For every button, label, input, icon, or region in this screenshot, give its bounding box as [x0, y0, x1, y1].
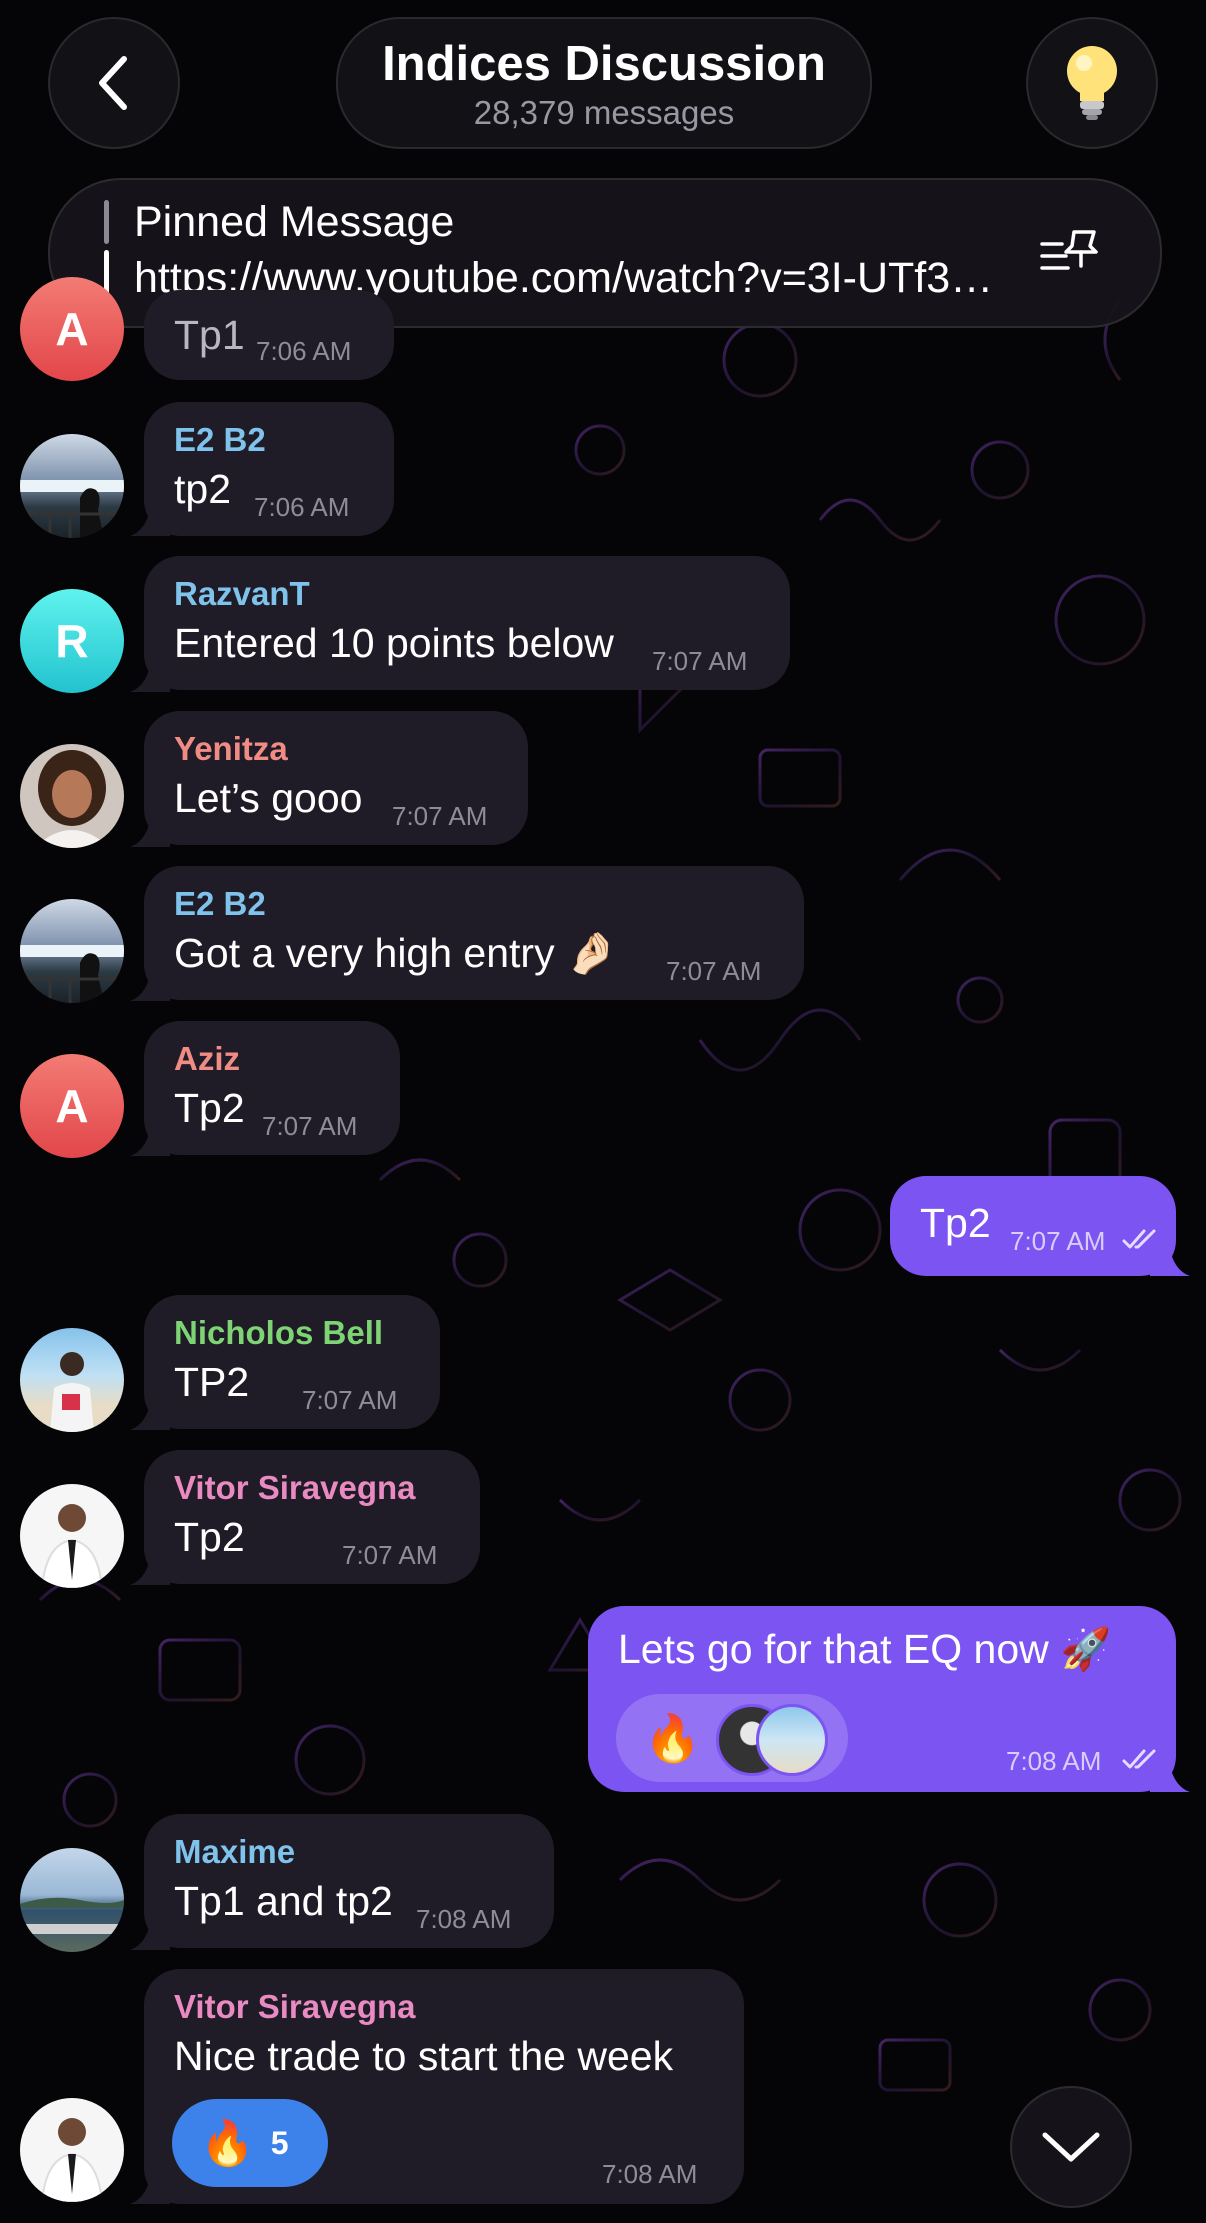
avatar-letter: A	[55, 303, 89, 355]
avatar[interactable]	[20, 1848, 124, 1952]
sender-name[interactable]: Aziz	[174, 1039, 240, 1079]
message-bubble[interactable]: E2 B2 tp2 7:06 AM	[144, 402, 394, 536]
message-time: 7:07 AM	[392, 801, 488, 831]
avatar[interactable]	[20, 2098, 124, 2202]
pin-indicator	[104, 200, 109, 244]
message-text: Let’s gooo	[174, 775, 363, 821]
avatar[interactable]: A	[20, 1054, 124, 1158]
reaction-chip[interactable]: 🔥	[616, 1694, 848, 1782]
sender-name[interactable]: E2 B2	[174, 884, 266, 924]
message-bubble[interactable]: Maxime Tp1 and tp2 7:08 AM	[144, 1814, 554, 1948]
message-text: Tp1 and tp2	[174, 1878, 393, 1924]
sender-name[interactable]: E2 B2	[174, 420, 266, 460]
message-bubble[interactable]: E2 B2 Got a very high entry 🤌🏻 7:07 AM	[144, 866, 804, 1000]
avatar[interactable]: R	[20, 589, 124, 693]
fire-reaction-icon: 🔥	[644, 1712, 702, 1764]
message-time: 7:06 AM	[254, 492, 350, 522]
sender-name[interactable]: Vitor Siravegna	[174, 1468, 416, 1508]
message-time: 7:08 AM	[602, 2159, 698, 2189]
fire-reaction-icon: 🔥	[200, 2119, 255, 2168]
message-bubble[interactable]: Nicholos Bell TP2 7:07 AM	[144, 1295, 440, 1429]
message-text: Nice trade to start the week	[174, 2033, 674, 2079]
chat-title: Indices Discussion	[382, 37, 826, 91]
message-text: TP2	[174, 1359, 250, 1405]
reaction-count: 5	[270, 2124, 289, 2161]
reaction-chip[interactable]: 🔥 5	[172, 2099, 328, 2187]
double-check-icon	[1122, 1749, 1156, 1769]
message-time: 7:07 AM	[652, 646, 748, 676]
avatar-photo	[20, 1897, 124, 1934]
outgoing-message-bubble[interactable]: Lets go for that EQ now 🚀 🔥 7:08 AM	[588, 1606, 1176, 1792]
outgoing-message-bubble[interactable]: Tp2 7:07 AM	[890, 1176, 1176, 1276]
message-text: Tp2	[174, 1514, 245, 1560]
message-bubble[interactable]: RazvanT Entered 10 points below 7:07 AM	[144, 556, 790, 690]
message-time: 7:08 AM	[416, 1904, 512, 1934]
avatar-photo	[20, 480, 124, 538]
message-bubble[interactable]: Yenitza Let’s gooo 7:07 AM	[144, 711, 528, 845]
lightbulb-button[interactable]	[1026, 17, 1158, 149]
message-time: 7:06 AM	[256, 336, 352, 366]
pin-list-icon[interactable]	[1038, 224, 1102, 280]
avatar[interactable]	[20, 744, 124, 848]
chevron-left-icon	[99, 56, 127, 110]
message-count: 28,379 messages	[473, 94, 735, 131]
message-text: Tp2	[174, 1085, 245, 1131]
avatar-photo	[40, 1504, 104, 1588]
message-bubble[interactable]: Aziz Tp2 7:07 AM	[144, 1021, 400, 1155]
avatar[interactable]	[20, 899, 124, 1003]
message-text: Entered 10 points below	[174, 620, 614, 666]
message-bubble[interactable]: Tp1 7:06 AM	[144, 290, 394, 380]
message-text: Lets go for that EQ now 🚀	[618, 1626, 1112, 1672]
pinned-label: Pinned Message	[134, 198, 455, 246]
reaction-avatar	[756, 1704, 828, 1776]
message-time: 7:07 AM	[302, 1385, 398, 1415]
back-button[interactable]	[48, 17, 180, 149]
message-bubble[interactable]: Vitor Siravegna Nice trade to start the …	[144, 1969, 744, 2204]
sender-name[interactable]: RazvanT	[174, 574, 310, 614]
message-time: 7:07 AM	[342, 1540, 438, 1570]
message-text: Got a very high entry 🤌🏻	[174, 930, 618, 976]
avatar[interactable]	[20, 1328, 124, 1432]
chat-header[interactable]: Indices Discussion 28,379 messages	[336, 17, 872, 149]
sender-name[interactable]: Nicholos Bell	[174, 1313, 383, 1353]
avatar[interactable]: A	[20, 277, 124, 381]
avatar-photo	[40, 2118, 104, 2202]
message-text: Tp2	[920, 1200, 991, 1246]
chevron-down-icon	[1042, 2132, 1100, 2162]
message-text: tp2	[174, 466, 231, 512]
sender-name[interactable]: Yenitza	[174, 729, 288, 769]
message-time: 7:07 AM	[666, 956, 762, 986]
avatar-photo	[20, 945, 124, 1003]
message-time: 7:07 AM	[1010, 1226, 1106, 1256]
double-check-icon	[1122, 1229, 1156, 1249]
avatar[interactable]	[20, 1484, 124, 1588]
lightbulb-icon	[1067, 46, 1117, 120]
message-text: Tp1	[174, 312, 245, 358]
message-bubble[interactable]: Vitor Siravegna Tp2 7:07 AM	[144, 1450, 480, 1584]
avatar-photo	[50, 1352, 94, 1432]
scroll-down-button[interactable]	[1010, 2086, 1132, 2208]
sender-name[interactable]: Vitor Siravegna	[174, 1987, 416, 2027]
message-time: 7:07 AM	[262, 1111, 358, 1141]
sender-name[interactable]: Maxime	[174, 1832, 295, 1872]
message-time: 7:08 AM	[1006, 1746, 1102, 1776]
avatar-letter: A	[55, 1080, 89, 1132]
avatar-photo	[34, 750, 110, 848]
avatar-letter: R	[55, 615, 89, 667]
avatar[interactable]	[20, 434, 124, 538]
